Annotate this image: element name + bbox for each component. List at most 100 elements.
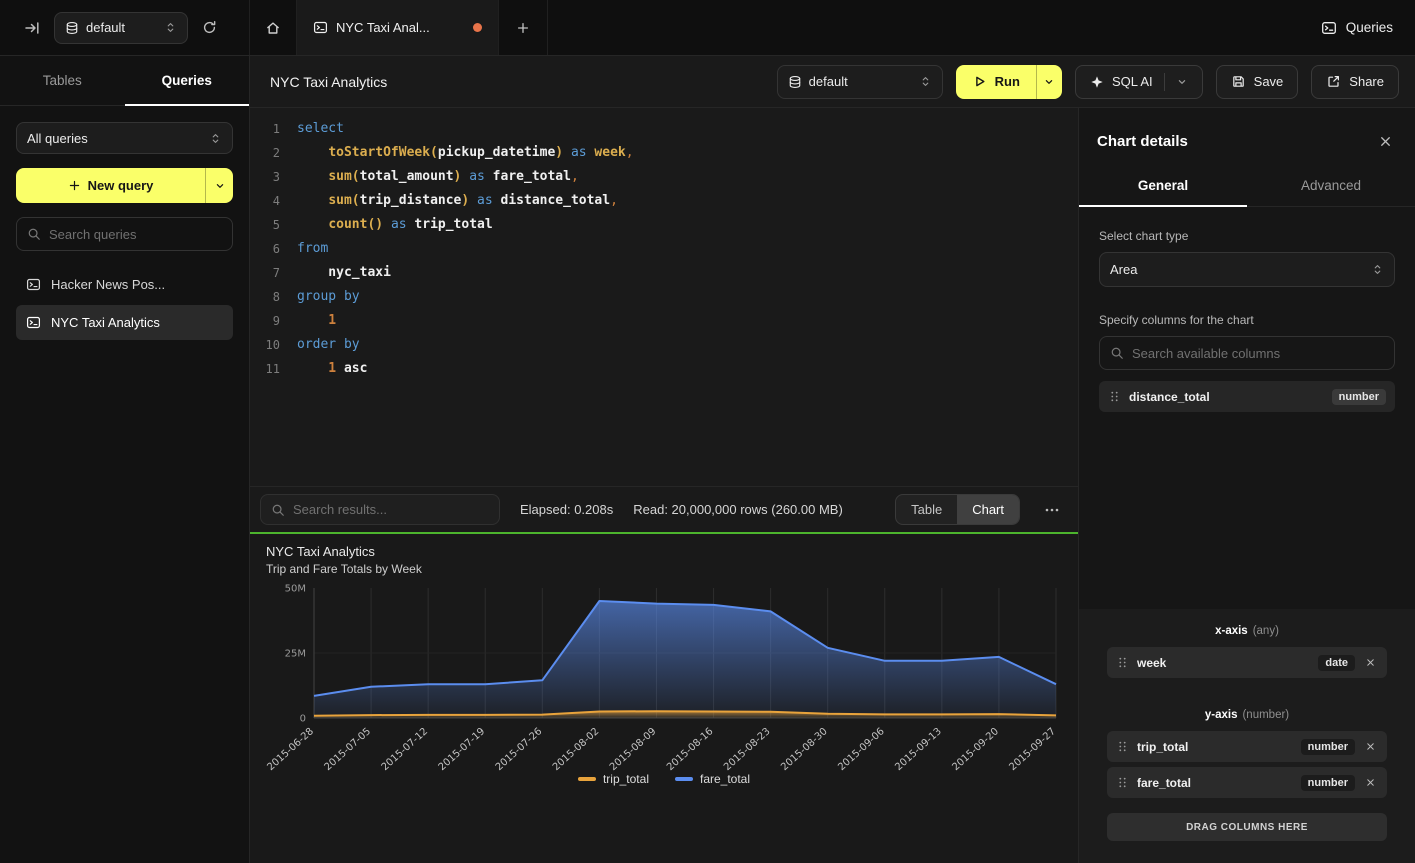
new-query-button[interactable]: New query (16, 168, 233, 203)
legend-item-trip_total[interactable]: trip_total (578, 772, 649, 786)
sidebar-tabs: Tables Queries (0, 56, 249, 106)
code-line[interactable]: 4 sum(trip_distance) as distance_total, (250, 189, 1078, 213)
tab-advanced[interactable]: Advanced (1247, 167, 1415, 206)
query-title: NYC Taxi Analytics (270, 74, 387, 90)
chart-type-select[interactable]: Area (1099, 252, 1395, 287)
legend-swatch (675, 777, 693, 781)
refresh-button[interactable] (198, 16, 221, 39)
more-options-button[interactable] (1040, 498, 1064, 522)
code-text: select (297, 117, 344, 141)
editor-and-results: 1select2 toStartOfWeek(pickup_datetime) … (250, 108, 1078, 863)
svg-text:0: 0 (300, 714, 306, 725)
tab-queries[interactable]: Queries (125, 56, 250, 105)
drag-handle-icon[interactable] (1108, 390, 1121, 403)
queries-icon (1321, 20, 1337, 36)
search-queries-box (16, 217, 233, 251)
code-text: 1 asc (297, 357, 367, 381)
chevron-down-icon (1043, 76, 1055, 88)
remove-column-icon[interactable] (1363, 775, 1378, 790)
run-button-label: Run (995, 74, 1020, 89)
x-axis-header: x-axis(any) (1107, 625, 1387, 637)
remove-column-icon[interactable] (1363, 655, 1378, 670)
code-line[interactable]: 2 toStartOfWeek(pickup_datetime) as week… (250, 141, 1078, 165)
home-tab[interactable] (250, 0, 297, 55)
code-line[interactable]: 11 1 asc (250, 357, 1078, 381)
collapse-sidebar-button[interactable] (20, 16, 44, 40)
code-line[interactable]: 3 sum(total_amount) as fare_total, (250, 165, 1078, 189)
run-button[interactable]: Run (956, 65, 1062, 99)
sql-editor[interactable]: 1select2 toStartOfWeek(pickup_datetime) … (250, 108, 1078, 486)
chart-type-value: Area (1110, 262, 1137, 277)
sidebar-query-item[interactable]: NYC Taxi Analytics (16, 305, 233, 340)
sql-ai-dropdown-icon[interactable] (1176, 76, 1188, 88)
sql-ai-button[interactable]: SQL AI (1075, 65, 1203, 99)
svg-text:2015-08-02: 2015-08-02 (551, 726, 602, 773)
column-chip-trip_total[interactable]: trip_totalnumber (1107, 731, 1387, 762)
share-button[interactable]: Share (1311, 65, 1399, 99)
sidebar: Tables Queries All queries New query (0, 56, 250, 863)
search-results-input[interactable] (293, 502, 489, 517)
tab-tables[interactable]: Tables (0, 56, 125, 105)
queries-button-label: Queries (1346, 20, 1393, 35)
drag-handle-icon[interactable] (1116, 740, 1129, 753)
table-view-button[interactable]: Table (896, 495, 957, 524)
save-button[interactable]: Save (1216, 65, 1299, 99)
run-options-dropdown[interactable] (1036, 65, 1062, 99)
column-chip-week[interactable]: weekdate (1107, 647, 1387, 678)
queries-filter-select[interactable]: All queries (16, 122, 233, 154)
run-button-main[interactable]: Run (956, 65, 1036, 99)
line-number: 11 (250, 357, 280, 381)
tab-general[interactable]: General (1079, 167, 1247, 206)
database-selector-value: default (86, 20, 125, 35)
drop-zone[interactable]: DRAG COLUMNS HERE (1107, 813, 1387, 841)
new-tab-button[interactable] (499, 0, 548, 55)
axes-card: x-axis(any) weekdate y-axis(number) trip… (1079, 609, 1415, 863)
chart-details-panel: Chart details General Advanced Select ch… (1078, 108, 1415, 863)
database-selector[interactable]: default (54, 12, 188, 44)
new-query-dropdown[interactable] (205, 168, 233, 203)
search-queries-input[interactable] (49, 227, 222, 242)
line-number: 2 (250, 141, 280, 165)
code-text: nyc_taxi (297, 261, 391, 285)
code-line[interactable]: 7 nyc_taxi (250, 261, 1078, 285)
query-header: NYC Taxi Analytics default Run (250, 56, 1415, 108)
plus-icon (68, 179, 81, 192)
chevron-updown-icon (1371, 263, 1384, 276)
code-line[interactable]: 9 1 (250, 309, 1078, 333)
column-chip-distance_total[interactable]: distance_totalnumber (1099, 381, 1395, 412)
code-line[interactable]: 5 count() as trip_total (250, 213, 1078, 237)
query-tab[interactable]: NYC Taxi Anal... (297, 0, 499, 55)
code-line[interactable]: 8group by (250, 285, 1078, 309)
legend-swatch (578, 777, 596, 781)
drag-handle-icon[interactable] (1116, 776, 1129, 789)
column-name: trip_total (1137, 740, 1188, 754)
line-number: 7 (250, 261, 280, 285)
code-line[interactable]: 10order by (250, 333, 1078, 357)
chart-details-body: Select chart type Area Specify columns f… (1079, 207, 1415, 863)
code-line[interactable]: 1select (250, 117, 1078, 141)
run-database-selector[interactable]: default (777, 65, 943, 99)
new-query-main[interactable]: New query (16, 168, 205, 203)
legend-label: trip_total (603, 772, 649, 786)
search-columns-input[interactable] (1132, 346, 1384, 361)
sidebar-query-item[interactable]: Hacker News Pos... (16, 267, 233, 302)
results-chart[interactable]: 025M50M2015-06-282015-07-052015-07-12201… (266, 580, 1062, 786)
sql-ai-label: SQL AI (1112, 74, 1153, 89)
chart-title: NYC Taxi Analytics (266, 544, 1062, 559)
queries-button[interactable]: Queries (1321, 20, 1393, 36)
close-chart-details-button[interactable] (1374, 130, 1397, 153)
legend-item-fare_total[interactable]: fare_total (675, 772, 750, 786)
code-text: sum(trip_distance) as distance_total, (297, 189, 618, 213)
chart-view-button[interactable]: Chart (957, 495, 1019, 524)
drag-handle-icon[interactable] (1116, 656, 1129, 669)
column-type-badge: date (1318, 655, 1355, 671)
code-line[interactable]: 6from (250, 237, 1078, 261)
chevron-updown-icon (919, 75, 932, 88)
column-chip-fare_total[interactable]: fare_totalnumber (1107, 767, 1387, 798)
column-name: fare_total (1137, 776, 1191, 790)
svg-text:2015-08-30: 2015-08-30 (779, 726, 830, 773)
save-icon (1231, 74, 1246, 89)
remove-column-icon[interactable] (1363, 739, 1378, 754)
svg-text:2015-08-09: 2015-08-09 (608, 726, 659, 773)
saved-queries-list: Hacker News Pos...NYC Taxi Analytics (16, 267, 233, 340)
